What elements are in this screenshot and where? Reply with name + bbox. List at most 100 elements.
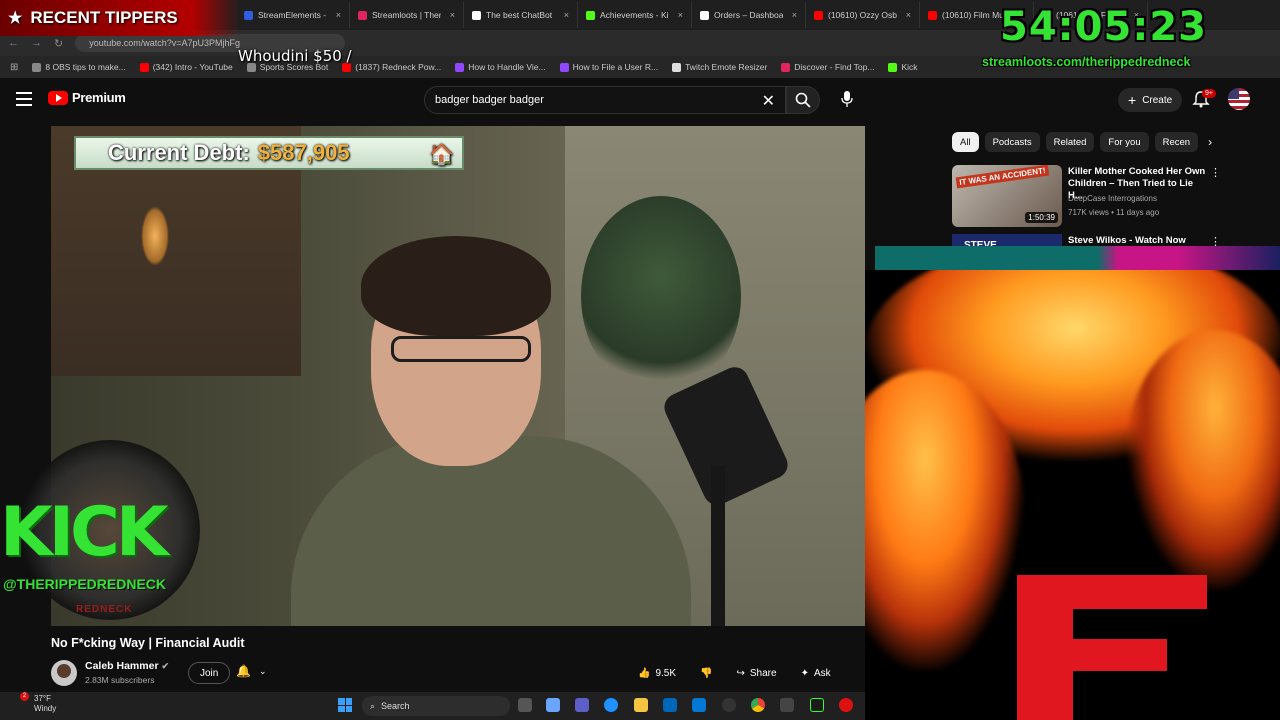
microphone-stand [711,466,725,626]
house-icon: 🏠 [429,144,454,166]
close-tab-icon[interactable]: × [678,10,683,20]
account-avatar[interactable] [1228,88,1250,110]
kick-subtext: REDNECK [76,604,133,615]
channel-name[interactable]: Caleb Hammer ✔ [85,660,169,672]
join-button[interactable]: Join [188,662,231,684]
weather-widget[interactable]: 37°F Windy [34,694,56,714]
fire-overlay [865,270,1280,720]
kick-logo-text: KICK [0,493,169,572]
terminal-icon[interactable] [810,698,824,712]
chrome-icon[interactable] [751,698,765,712]
debt-label: Current Debt: [108,140,250,165]
recommendation-channel[interactable]: DeepCase Interrogations [1068,194,1157,203]
taskbar-search[interactable]: ⌕ Search [362,696,510,716]
bookmark-favicon [559,62,569,72]
windows-start-icon[interactable] [338,698,352,712]
tab-favicon [472,10,481,20]
forward-icon[interactable]: → [31,37,42,49]
outlook-icon[interactable] [692,698,706,712]
close-tab-icon[interactable]: × [564,10,569,20]
sidebar-filter-chips: All Podcasts Related For you Recen › [952,132,1212,152]
bookmark-label: Kick [901,62,918,72]
filter-chip[interactable]: Podcasts [984,132,1040,152]
debt-banner: Current Debt: $587,905 🏠 [74,136,464,170]
edge-icon[interactable] [604,698,618,712]
chevron-down-icon: ⌄ [258,665,267,676]
bookmark-label: (342) Intro - YouTube [152,62,233,72]
star-icon: ★ [8,10,23,27]
filter-chip[interactable]: Related [1045,132,1095,152]
filter-chip[interactable]: For you [1100,132,1149,152]
file-explorer-icon[interactable] [634,698,648,712]
channel-avatar[interactable] [51,660,77,686]
menu-icon[interactable] [16,92,32,106]
close-tab-icon[interactable]: × [450,10,455,20]
filter-chip[interactable]: All [952,132,979,152]
app-icon[interactable] [780,698,794,712]
bookmark-favicon [455,62,465,72]
host-glasses [391,336,531,362]
filter-chip[interactable]: Recen [1154,132,1199,152]
dislike-button[interactable]: 👎 [692,662,720,684]
close-tab-icon[interactable]: × [906,10,911,20]
reload-icon[interactable]: ↻ [54,37,63,50]
like-count: 9.5K [655,667,677,679]
voice-search-button[interactable] [836,88,858,110]
bookmark-favicon [781,62,791,72]
search-button[interactable] [786,86,820,114]
search-value: badger badger badger [435,94,544,106]
bookmark-item[interactable]: How to File a User R... [559,62,658,72]
bookmark-item[interactable]: (1837) Redneck Pow... [342,62,441,72]
youtube-logo[interactable]: Premium [48,90,126,105]
bookmark-item[interactable]: (342) Intro - YouTube [139,62,233,72]
bookmark-item[interactable]: 8 OBS tips to make... [32,62,126,72]
streamloots-url: streamloots.com/therippedredneck [982,55,1191,69]
apps-grid-icon[interactable]: ⊞ [10,62,18,73]
close-tab-icon[interactable]: × [336,10,341,20]
browser-tab[interactable]: Achievements - Ki × [578,2,692,28]
tab-favicon [814,10,823,20]
tab-label: Orders – Dashboa [714,10,783,20]
recent-tippers-label: RECENT TIPPERS [30,8,178,27]
search-input[interactable]: badger badger badger ✕ [424,86,786,114]
share-button[interactable]: ↪ Share [728,662,784,684]
like-button[interactable]: 👍 9.5K [630,662,684,684]
bookmark-item[interactable]: Twitch Emote Resizer [672,62,767,72]
browser-tab[interactable]: Orders – Dashboa × [692,2,806,28]
browser-tab[interactable]: Streamloots | Ther × [350,2,464,28]
bookmark-label: How to Handle Vie... [468,62,546,72]
thumbs-down-icon: 👎 [700,667,713,679]
create-button[interactable]: + Create [1118,88,1183,112]
chevron-right-icon[interactable]: › [1208,135,1212,149]
browser-tab[interactable]: The best ChatBot × [464,2,578,28]
bookmark-item[interactable]: Discover - Find Top... [781,62,874,72]
back-icon[interactable]: ← [8,37,19,49]
browser-tab[interactable]: StreamElements - × [236,2,350,28]
bookmark-item[interactable]: How to Handle Vie... [455,62,546,72]
task-view-icon[interactable] [518,698,532,712]
app-icon-red[interactable] [839,698,853,712]
tipper-ticker: Whoudini $50 / [238,47,352,65]
logo-text: Premium [72,90,126,105]
tab-favicon [358,10,367,20]
recommendation-thumbnail[interactable]: IT WAS AN ACCIDENT! 1:50:39 [952,165,1062,227]
clear-search-icon[interactable]: ✕ [762,91,775,111]
obs-icon[interactable] [722,698,736,712]
thumbs-up-icon: 👍 [638,667,651,679]
host-figure [251,236,711,626]
ask-button[interactable]: ✦ Ask [793,662,839,684]
close-tab-icon[interactable]: × [792,10,797,20]
debt-amount: $587,905 [257,140,350,165]
youtube-play-icon [48,90,68,105]
more-options-icon[interactable]: ⋮ [1210,166,1221,179]
copilot-icon[interactable] [546,698,560,712]
channel-name-text: Caleb Hammer [85,660,159,672]
bookmark-item[interactable]: Kick [888,62,918,72]
background-lamp [141,206,169,266]
store-icon[interactable] [663,698,677,712]
sparkle-icon: ✦ [800,667,809,679]
teams-icon[interactable] [575,698,589,712]
browser-tab[interactable]: (10610) Ozzy Osb × [806,2,920,28]
subscription-bell-button[interactable]: 🔔 ⌄ [236,664,267,678]
notification-badge: 9+ [1202,89,1216,98]
